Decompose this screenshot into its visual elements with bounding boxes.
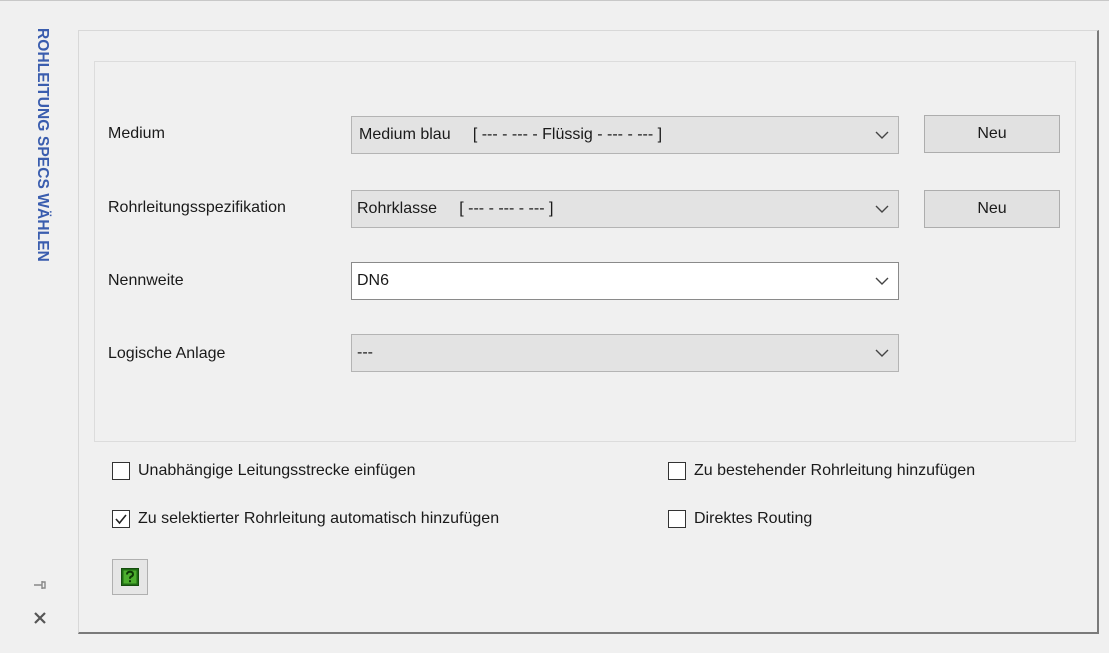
nominal-size-label: Nennweite xyxy=(108,272,184,289)
help-button[interactable] xyxy=(112,559,148,595)
specs-group: Medium Medium blau [ --- - --- - Flüssig… xyxy=(94,61,1076,442)
help-icon xyxy=(121,568,139,586)
palette-sidebar: ROHLEITUNG SPECS WÄHLEN xyxy=(0,0,78,653)
nominal-size-select[interactable]: DN6 xyxy=(351,262,899,300)
chevron-down-icon xyxy=(875,205,889,213)
chevron-down-icon xyxy=(875,277,889,285)
chevron-down-icon xyxy=(875,131,889,139)
add-selected-checkbox[interactable] xyxy=(112,510,130,528)
window-top-border xyxy=(0,0,1109,1)
add-selected-option[interactable]: Zu selektierter Rohrleitung automatisch … xyxy=(112,510,499,528)
spec-label: Rohrleitungsspezifikation xyxy=(108,199,286,216)
medium-label: Medium xyxy=(108,125,165,142)
new-spec-button[interactable]: Neu xyxy=(924,190,1060,228)
add-existing-label: Zu bestehender Rohrleitung hinzufügen xyxy=(694,462,976,479)
close-icon[interactable] xyxy=(32,610,48,626)
logical-plant-value: --- xyxy=(357,344,373,361)
logical-plant-label: Logische Anlage xyxy=(108,345,226,362)
independent-run-option[interactable]: Unabhängige Leitungsstrecke einfügen xyxy=(112,462,416,480)
chevron-down-icon xyxy=(875,349,889,357)
add-existing-checkbox[interactable] xyxy=(668,462,686,480)
independent-run-label: Unabhängige Leitungsstrecke einfügen xyxy=(138,462,416,479)
logical-plant-select[interactable]: --- xyxy=(351,334,899,372)
spec-select-value: Rohrklasse [ --- - --- - --- ] xyxy=(357,200,554,217)
direct-routing-label: Direktes Routing xyxy=(694,510,813,527)
main-panel: Medium Medium blau [ --- - --- - Flüssig… xyxy=(78,30,1099,634)
add-selected-label: Zu selektierter Rohrleitung automatisch … xyxy=(138,510,500,527)
pin-icon[interactable] xyxy=(32,577,48,593)
spec-select[interactable]: Rohrklasse [ --- - --- - --- ] xyxy=(351,190,899,228)
nominal-size-value: DN6 xyxy=(357,272,390,289)
checkmark-icon xyxy=(115,514,127,525)
add-existing-option[interactable]: Zu bestehender Rohrleitung hinzufügen xyxy=(668,462,975,480)
direct-routing-option[interactable]: Direktes Routing xyxy=(668,510,812,528)
medium-select-value: Medium blau [ --- - --- - Flüssig - --- … xyxy=(359,126,663,143)
new-medium-button[interactable]: Neu xyxy=(924,115,1060,153)
independent-run-checkbox[interactable] xyxy=(112,462,130,480)
palette-title: ROHLEITUNG SPECS WÄHLEN xyxy=(34,28,51,262)
direct-routing-checkbox[interactable] xyxy=(668,510,686,528)
medium-select[interactable]: Medium blau [ --- - --- - Flüssig - --- … xyxy=(351,116,899,154)
